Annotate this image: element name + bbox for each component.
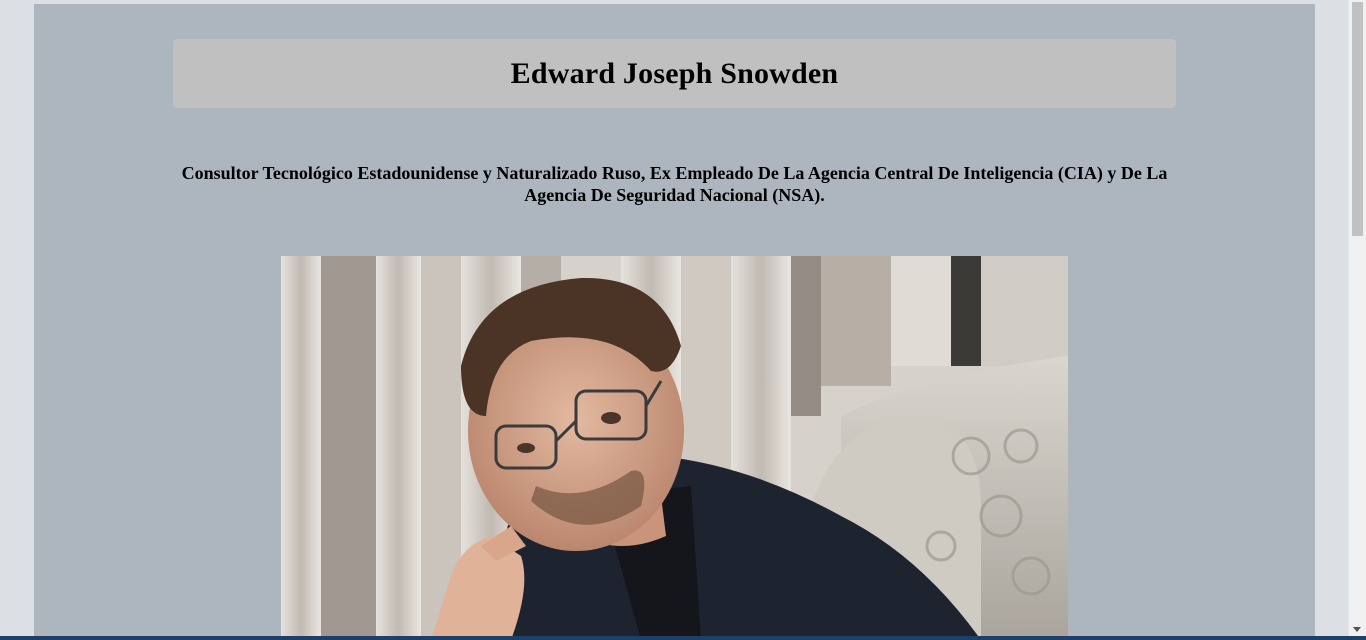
browser-viewport: Edward Joseph Snowden Consultor Tecnológ…: [0, 0, 1366, 640]
scrollbar-thumb[interactable]: [1352, 2, 1363, 236]
title-banner: Edward Joseph Snowden: [173, 39, 1176, 108]
portrait-image: [281, 256, 1068, 640]
page-subtitle: Consultor Tecnológico Estadounidense y N…: [181, 163, 1168, 205]
vertical-scrollbar[interactable]: [1348, 0, 1366, 636]
page-title: Edward Joseph Snowden: [510, 56, 839, 90]
portrait-photo: [281, 256, 1068, 640]
taskbar-edge: [0, 636, 1366, 640]
page-container: Edward Joseph Snowden Consultor Tecnológ…: [34, 4, 1315, 640]
scroll-down-arrow-icon[interactable]: [1353, 627, 1361, 632]
